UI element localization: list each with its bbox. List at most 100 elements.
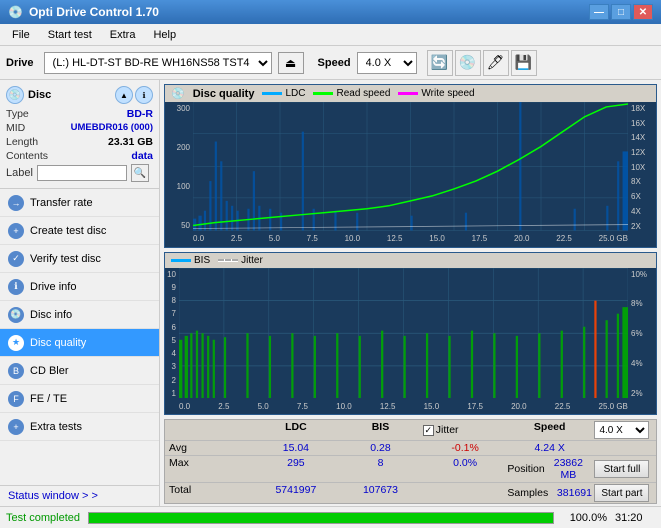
burn-icon[interactable]: 🖊 <box>483 50 509 76</box>
x1-0: 0.0 <box>193 234 204 243</box>
jitter-checkbox[interactable]: ✓ <box>423 425 434 436</box>
chart2-svg <box>179 268 628 399</box>
nav-label-disc-info: Disc info <box>30 309 72 321</box>
disc-panel-icon: 💿 <box>6 86 24 104</box>
app-title: Opti Drive Control 1.70 <box>29 5 159 19</box>
x1-22.5: 22.5 <box>556 234 572 243</box>
sidebar-item-drive-info[interactable]: ℹ Drive info <box>0 273 159 301</box>
disc-quality-icon: ★ <box>8 335 24 351</box>
statusbar: Test completed 100.0% 31:20 <box>0 506 661 528</box>
drive-select[interactable]: (L:) HL-DT-ST BD-RE WH16NS58 TST4 <box>44 52 272 74</box>
status-percent: 100.0% <box>562 512 607 524</box>
menu-file[interactable]: File <box>4 27 38 43</box>
nav-label-disc-quality: Disc quality <box>30 337 86 349</box>
save-icon[interactable]: 💾 <box>511 50 537 76</box>
disc-label-button[interactable]: 🔍 <box>131 164 149 182</box>
disc-quality-title: Disc quality <box>193 88 255 100</box>
menu-start-test[interactable]: Start test <box>40 27 100 43</box>
disc-header-right: ▲ ℹ <box>115 86 153 104</box>
chart1-titlebar: 💿 Disc quality LDC Read speed Write spee… <box>165 85 656 102</box>
start-part-button[interactable]: Start part <box>594 484 649 502</box>
maximize-button[interactable]: □ <box>611 4 631 20</box>
speed-select[interactable]: 4.0 X <box>357 52 417 74</box>
speed-avg: 4.24 X <box>507 442 592 454</box>
disc-label-input[interactable] <box>37 165 127 181</box>
nav-label-extra-tests: Extra tests <box>30 421 82 433</box>
speed-col-header: Speed <box>507 421 592 439</box>
y1-label-200: 200 <box>177 143 190 152</box>
status-time: 31:20 <box>615 512 655 524</box>
nav-label-create-test-disc: Create test disc <box>30 225 106 237</box>
disc-info-icon[interactable]: ℹ <box>135 86 153 104</box>
sidebar-item-verify-test-disc[interactable]: ✓ Verify test disc <box>0 245 159 273</box>
sidebar-item-transfer-rate[interactable]: → Transfer rate <box>0 189 159 217</box>
drive-label: Drive <box>6 57 34 69</box>
disc-panel: 💿 Disc ▲ ℹ Type BD-R MID UMEBDR016 (000)… <box>0 80 159 189</box>
disc-label-row: Label 🔍 <box>6 164 153 182</box>
disc-type-label: Type <box>6 108 29 120</box>
cd-bler-icon: B <box>8 363 24 379</box>
samples-row: Samples 381691 <box>507 484 592 502</box>
sidebar-item-fe-te[interactable]: F FE / TE <box>0 385 159 413</box>
y1r-6x: 6X <box>631 192 641 201</box>
write-speed-color <box>398 92 418 95</box>
sidebar: 💿 Disc ▲ ℹ Type BD-R MID UMEBDR016 (000)… <box>0 80 160 506</box>
disc-type-value: BD-R <box>127 108 153 120</box>
sidebar-item-cd-bler[interactable]: B CD Bler <box>0 357 159 385</box>
disc-icon[interactable]: 💿 <box>455 50 481 76</box>
sidebar-item-extra-tests[interactable]: + Extra tests <box>0 413 159 441</box>
jitter-max: 0.0% <box>423 457 508 481</box>
close-button[interactable]: ✕ <box>633 4 653 20</box>
sidebar-item-disc-info[interactable]: 💿 Disc info <box>0 301 159 329</box>
titlebar-title: 💿 Opti Drive Control 1.70 <box>8 5 159 19</box>
stats-max-row: Max 295 8 0.0% Position 23862 MB Start f… <box>165 456 656 483</box>
status-window-link[interactable]: Status window > > <box>0 485 159 506</box>
chart1-x-axis: 0.0 2.5 5.0 7.5 10.0 12.5 15.0 17.5 20.0… <box>193 231 628 247</box>
start-full-button[interactable]: Start full <box>594 460 649 478</box>
position-label: Position <box>507 463 544 475</box>
disc-toggle-icon[interactable]: ▲ <box>115 86 133 104</box>
x1-7.5: 7.5 <box>307 234 318 243</box>
chart1-panel: 💿 Disc quality LDC Read speed Write spee… <box>164 84 657 248</box>
jitter-label: Jitter <box>241 255 263 266</box>
speed-value-select[interactable]: 4.0 X <box>594 421 649 439</box>
sidebar-item-create-test-disc[interactable]: + Create test disc <box>0 217 159 245</box>
position-row: Position 23862 MB <box>507 457 592 481</box>
legend-bis: BIS <box>171 255 210 266</box>
stats-spacer <box>169 421 254 439</box>
minimize-button[interactable]: — <box>589 4 609 20</box>
bis-total: 107673 <box>338 484 423 502</box>
nav-label-drive-info: Drive info <box>30 281 76 293</box>
eject-button[interactable]: ⏏ <box>278 52 304 74</box>
disc-length-label: Length <box>6 136 38 148</box>
y1-label-100: 100 <box>177 182 190 191</box>
sidebar-item-disc-quality[interactable]: ★ Disc quality <box>0 329 159 357</box>
disc-type-row: Type BD-R <box>6 108 153 120</box>
y1r-2x: 2X <box>631 222 641 231</box>
chart1-body: 300 200 100 50 18X 16X 14X 12X 10X 8X 6X… <box>165 102 656 247</box>
y1r-18x: 18X <box>631 104 645 113</box>
menu-help[interactable]: Help <box>145 27 184 43</box>
chart2-body: 10 9 8 7 6 5 4 3 2 1 10% 8% 6% 4% <box>165 268 656 415</box>
total-jitter-spacer <box>423 484 508 502</box>
nav-label-cd-bler: CD Bler <box>30 365 69 377</box>
main-area: 💿 Disc ▲ ℹ Type BD-R MID UMEBDR016 (000)… <box>0 80 661 506</box>
menu-extra[interactable]: Extra <box>102 27 144 43</box>
disc-info-icon: 💿 <box>8 307 24 323</box>
disc-mid-row: MID UMEBDR016 (000) <box>6 122 153 134</box>
disc-length-row: Length 23.31 GB <box>6 136 153 148</box>
chart2-x-axis: 0.0 2.5 5.0 7.5 10.0 12.5 15.0 17.5 20.0… <box>179 398 628 414</box>
stats-total-row: Total 5741997 107673 Samples 381691 Star… <box>165 483 656 503</box>
titlebar-controls: — □ ✕ <box>589 4 653 20</box>
disc-mid-value: UMEBDR016 (000) <box>71 122 153 134</box>
jitter-header-label: Jitter <box>436 424 459 436</box>
x1-10: 10.0 <box>345 234 361 243</box>
progress-bar-container <box>88 512 554 524</box>
verify-test-disc-icon: ✓ <box>8 251 24 267</box>
y1r-16x: 16X <box>631 119 645 128</box>
progress-bar <box>89 513 553 523</box>
disc-contents-label: Contents <box>6 150 48 162</box>
drive-info-icon: ℹ <box>8 279 24 295</box>
refresh-icon[interactable]: 🔄 <box>427 50 453 76</box>
disc-length-value: 23.31 GB <box>108 136 153 148</box>
